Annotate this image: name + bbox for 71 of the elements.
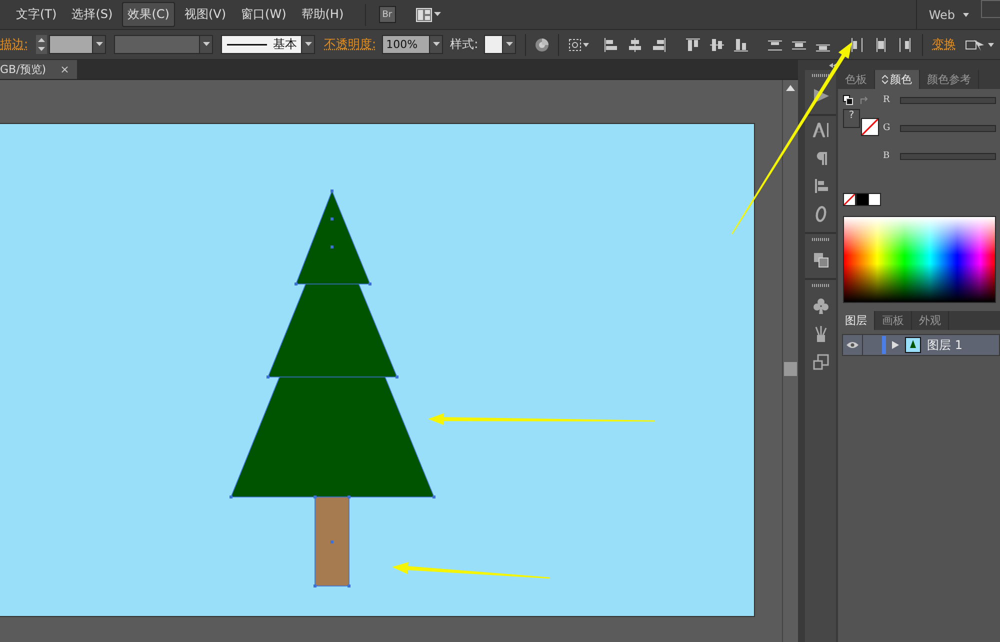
panel-tab[interactable]: 画板 (875, 311, 912, 330)
caret-icon[interactable] (432, 42, 440, 47)
menu-item[interactable]: 窗口(W) (235, 2, 292, 27)
graphic-style-dropdown[interactable] (484, 35, 516, 54)
club-icon[interactable] (812, 297, 830, 315)
caret-icon[interactable] (304, 42, 312, 47)
align-left-icon[interactable] (603, 36, 620, 52)
swap-colors-icon[interactable] (860, 96, 869, 105)
default-colors-icon[interactable] (843, 95, 853, 105)
stroke-weight-stepper[interactable] (36, 35, 48, 54)
menu-item[interactable]: 效果(C) (122, 2, 176, 27)
none-swatch[interactable] (843, 193, 856, 206)
align-top-icon[interactable] (685, 36, 702, 52)
channel-slider[interactable] (900, 96, 996, 104)
menu-item[interactable]: 帮助(H) (295, 2, 350, 27)
recolor-icon[interactable] (535, 38, 550, 52)
stroke-label[interactable]: 描边: (0, 36, 28, 53)
color-spectrum[interactable] (843, 216, 996, 303)
pathfinder-icon[interactable] (812, 251, 830, 269)
panel-tab[interactable]: 颜色 (875, 70, 920, 89)
menu-item[interactable]: 选择(S) (66, 2, 119, 27)
character-icon[interactable] (812, 121, 830, 139)
panel-tab[interactable]: 外观 (912, 311, 949, 330)
align-middle-icon[interactable] (709, 36, 726, 52)
panel-tab[interactable]: 图层 (838, 311, 875, 330)
expand-triangle-icon[interactable] (892, 341, 899, 349)
caret-icon[interactable] (963, 12, 969, 16)
channel-label: R (883, 95, 890, 105)
layer-thumbnail (905, 337, 921, 353)
close-tab-button[interactable]: × (60, 63, 70, 76)
arrange-documents-button[interactable] (416, 8, 441, 22)
scrollbar[interactable] (782, 80, 798, 642)
caret-icon[interactable] (506, 42, 513, 47)
channel-slider[interactable] (900, 124, 996, 132)
swatch[interactable] (868, 193, 881, 206)
scrollbar-thumb[interactable] (784, 362, 797, 376)
transform-link[interactable]: 变换 (932, 36, 956, 53)
channel-label: G (883, 123, 890, 133)
menu-item[interactable]: 文字(T) (10, 2, 63, 27)
style-label: 样式: (450, 36, 478, 53)
bridge-button[interactable]: Br (378, 6, 396, 23)
channel-label: B (883, 151, 890, 161)
swatch[interactable] (856, 193, 869, 206)
panel-tab[interactable]: 颜色参考 (920, 70, 979, 89)
stroke-swatch[interactable] (861, 118, 879, 136)
align-right-icon[interactable] (651, 36, 668, 52)
scroll-up-icon[interactable] (786, 85, 795, 91)
document-title: GB/预览) (0, 62, 46, 77)
brush-definition-dropdown[interactable]: 基本 (221, 35, 316, 54)
isolate-object-icon[interactable] (965, 38, 996, 52)
caret-icon[interactable] (434, 12, 441, 17)
layer-name[interactable]: 图层 1 (927, 336, 962, 354)
eye-icon[interactable] (846, 341, 859, 349)
caret-icon[interactable] (96, 42, 103, 47)
distribute-left-icon[interactable] (849, 36, 866, 52)
align-center-icon[interactable] (627, 36, 644, 52)
caret-icon[interactable] (202, 42, 210, 47)
channel-slider[interactable] (900, 152, 996, 160)
distribute-right-icon[interactable] (897, 36, 914, 52)
stroke-color-dropdown[interactable] (49, 35, 106, 54)
align-bottom-icon[interactable] (733, 36, 750, 52)
artboards-icon[interactable] (812, 353, 830, 371)
layer-row[interactable]: 图层 1 (842, 334, 1000, 356)
fill-swatch[interactable]: ? (843, 109, 860, 128)
select-similar-icon[interactable] (568, 38, 590, 52)
opacity-field[interactable]: 100% (382, 35, 444, 54)
stroke-line-icon (227, 43, 268, 46)
document-tab[interactable]: GB/预览) × (0, 60, 78, 79)
opacity-label[interactable]: 不透明度: (324, 36, 376, 53)
menu-item[interactable]: 视图(V) (178, 2, 232, 27)
options-toggle-icon[interactable] (882, 75, 888, 84)
